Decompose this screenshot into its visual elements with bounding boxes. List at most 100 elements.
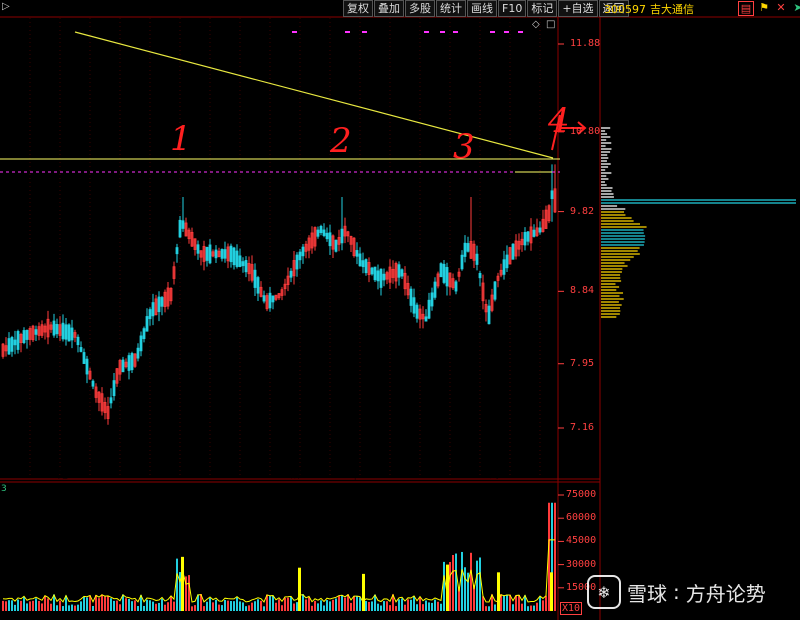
toolbar-overlay-button[interactable]: 叠加	[374, 0, 404, 17]
toolbar-multistock-button[interactable]: 多股	[405, 0, 435, 17]
volume-bar	[428, 602, 430, 611]
volume-bar	[443, 561, 445, 611]
candle-body	[370, 267, 374, 275]
candle-body	[244, 260, 248, 273]
volume-bar	[17, 599, 19, 611]
toolbar-adjust-button[interactable]: 复权	[343, 0, 373, 17]
candle-body	[271, 295, 275, 303]
volume-bar	[395, 606, 397, 611]
candle-body	[442, 263, 446, 283]
volume-bar	[527, 606, 529, 611]
toolbar-add-watchlist-button[interactable]: +自选	[558, 0, 598, 17]
volume-bar	[296, 602, 298, 611]
volume-bar	[173, 601, 175, 611]
candle-body	[454, 281, 458, 292]
volume-bar	[176, 558, 178, 611]
event-dot	[424, 31, 429, 33]
volume-bar	[449, 562, 451, 611]
candle-body	[526, 231, 530, 242]
volume-bar	[494, 604, 496, 611]
volume-bar	[62, 606, 64, 611]
diamond-icon: ◇	[532, 19, 540, 30]
volume-bar	[107, 596, 109, 611]
toolbar-f10-button[interactable]: F10	[498, 0, 527, 17]
volume-bar	[128, 598, 130, 611]
volume-bar	[326, 600, 328, 611]
volume-bar	[29, 601, 31, 611]
price-tick-label: 9.82	[570, 205, 595, 217]
candle-body	[181, 220, 185, 229]
volume-bar	[365, 601, 367, 611]
event-marker-cai[interactable]: 财	[490, 470, 500, 481]
candle-body	[235, 250, 239, 267]
candle-body	[550, 190, 554, 200]
volume-tick-label: 30000	[566, 558, 597, 570]
tool-icon[interactable]: ✕	[774, 1, 788, 14]
candle-body	[319, 225, 323, 234]
candle-body	[85, 358, 89, 375]
candle-body	[232, 247, 236, 266]
volume-bar	[11, 600, 13, 611]
volume-bar	[56, 605, 58, 611]
volume-bar	[2, 600, 4, 611]
volume-bar	[341, 595, 343, 611]
volume-bar	[389, 605, 391, 611]
event-marker-dollar[interactable]: $	[352, 470, 358, 481]
volume-bar	[224, 599, 226, 611]
volume-bar	[239, 601, 241, 611]
volume-bar	[440, 603, 442, 611]
volume-bar	[59, 600, 61, 611]
candle-body	[130, 353, 134, 371]
volume-bar	[212, 602, 214, 611]
candle-body	[493, 281, 497, 300]
chip-distribution-icon[interactable]: ▤	[738, 1, 754, 16]
volume-bar	[314, 600, 316, 611]
candle-body	[301, 246, 305, 257]
candle-body	[208, 244, 212, 264]
volume-bar	[50, 603, 52, 611]
toolbar-draw-button[interactable]: 画线	[467, 0, 497, 17]
candle-body	[268, 292, 272, 309]
volume-bar	[338, 595, 340, 611]
snowball-logo-icon: ❄	[587, 575, 621, 609]
volume-bar	[320, 600, 322, 611]
volume-bar	[371, 601, 373, 611]
event-marker-ding[interactable]: 定	[58, 470, 68, 481]
event-dot	[504, 31, 509, 33]
volume-bar	[368, 602, 370, 611]
volume-bar	[152, 601, 154, 611]
volume-bar	[386, 601, 388, 611]
event-marker-jie[interactable]: 解	[291, 470, 301, 481]
candle-body	[64, 324, 68, 340]
right-tool-icons: ▤ ⚑ ✕ ➤	[738, 1, 800, 16]
candle-body	[409, 288, 413, 306]
annotation-mark: 3	[453, 127, 475, 167]
candle-body	[325, 232, 329, 240]
volume-bar	[248, 605, 250, 611]
price-tick-label: 11.88	[570, 38, 601, 49]
volume-bar	[209, 597, 211, 611]
candle-body	[241, 261, 245, 267]
volume-bar	[278, 599, 280, 611]
candle-body	[151, 302, 155, 317]
volume-bar	[521, 603, 523, 611]
volume-bar	[167, 602, 169, 611]
volume-bar	[479, 557, 481, 611]
toolbar-mark-button[interactable]: 标记	[527, 0, 558, 17]
candle-body	[127, 355, 131, 371]
arrow-icon[interactable]: ➤	[791, 1, 800, 14]
volume-bar	[545, 595, 547, 611]
candle-body	[505, 254, 509, 269]
volume-bar	[536, 602, 538, 611]
volume-bar	[476, 560, 478, 611]
collapse-arrow-icon[interactable]: ▷	[2, 1, 10, 12]
volume-bar	[287, 597, 289, 611]
volume-bar	[110, 598, 112, 611]
toolbar-stats-button[interactable]: 统计	[436, 0, 466, 17]
volume-bar	[191, 606, 193, 611]
flag-icon[interactable]: ⚑	[757, 1, 771, 14]
kline-chart[interactable]: ◇ □1 2 34	[0, 0, 800, 620]
volume-bar	[221, 605, 223, 611]
volume-bar	[404, 604, 406, 611]
candle-body	[205, 246, 209, 261]
